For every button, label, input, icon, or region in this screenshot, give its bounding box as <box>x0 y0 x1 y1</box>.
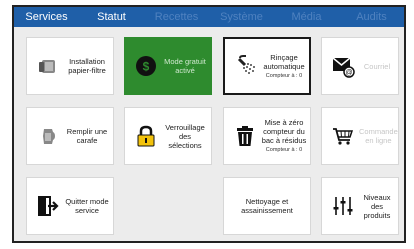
exit-door-icon <box>35 193 61 219</box>
filter-paper-icon <box>35 53 61 79</box>
rinse-label: Rinçage automatique Compteur à : 0 <box>259 53 309 80</box>
rinse-tile[interactable]: Rinçage automatique Compteur à : 0 <box>223 37 311 95</box>
tab-recettes[interactable]: Recettes <box>144 7 209 27</box>
money-icon: $ <box>133 53 159 79</box>
online-order-label: Commande en ligne <box>359 127 398 145</box>
svg-text:$: $ <box>143 60 150 74</box>
carafe-icon <box>35 123 61 149</box>
selection-lock-label: Verrouillage des sélections <box>165 122 205 150</box>
tab-systeme[interactable]: Système <box>209 7 274 27</box>
free-mode-tile[interactable]: $ Mode gratuit activé <box>124 37 212 95</box>
exit-service-tile[interactable]: Quitter mode service <box>26 177 114 235</box>
rinse-counter: Compteur à : 0 <box>265 72 303 79</box>
waste-bin-reset-tile[interactable]: Mise à zéro compteur du bac à résidus Com… <box>223 107 311 165</box>
tab-audits[interactable]: Audits <box>339 7 404 27</box>
product-levels-tile[interactable]: Niveaux des produits <box>321 177 399 235</box>
email-tile[interactable]: @ Courriel <box>321 37 399 95</box>
service-screen: Services Statut Recettes Système Média A… <box>12 5 406 243</box>
waste-bin-counter: Compteur à : 0 <box>265 147 303 153</box>
mail-icon: @ <box>330 53 356 79</box>
fill-carafe-tile[interactable]: Remplir une carafe <box>26 107 114 165</box>
tab-statut[interactable]: Statut <box>79 7 144 27</box>
lock-icon <box>133 123 159 149</box>
email-label: Courriel <box>363 61 391 71</box>
levels-icon <box>330 193 356 219</box>
trash-icon <box>232 123 258 149</box>
fill-carafe-label: Remplir une carafe <box>66 127 108 145</box>
cleaning-label: Nettoyage et assainissement <box>241 197 293 215</box>
waste-bin-title: Mise à zéro compteur du bac à résidus <box>261 118 307 145</box>
shower-icon <box>233 53 259 79</box>
tab-services[interactable]: Services <box>14 7 79 27</box>
tab-media[interactable]: Média <box>274 7 339 27</box>
waste-bin-reset-label: Mise à zéro compteur du bac à résidus Com… <box>258 118 310 154</box>
selection-lock-tile[interactable]: Verrouillage des sélections <box>124 107 212 165</box>
installation-filter-label: Installation papier-filtre <box>68 57 106 75</box>
exit-service-label: Quitter mode service <box>65 197 109 215</box>
product-levels-label: Niveaux des produits <box>363 192 391 220</box>
installation-filter-tile[interactable]: Installation papier-filtre <box>26 37 114 95</box>
online-order-tile[interactable]: Commande en ligne <box>321 107 399 165</box>
free-mode-label: Mode gratuit activé <box>164 57 206 75</box>
rinse-title: Rinçage automatique <box>263 52 305 71</box>
tab-bar: Services Statut Recettes Système Média A… <box>14 7 404 27</box>
cleaning-tile[interactable]: Nettoyage et assainissement <box>223 177 311 235</box>
svg-text:@: @ <box>345 70 352 77</box>
cart-icon <box>330 123 356 149</box>
